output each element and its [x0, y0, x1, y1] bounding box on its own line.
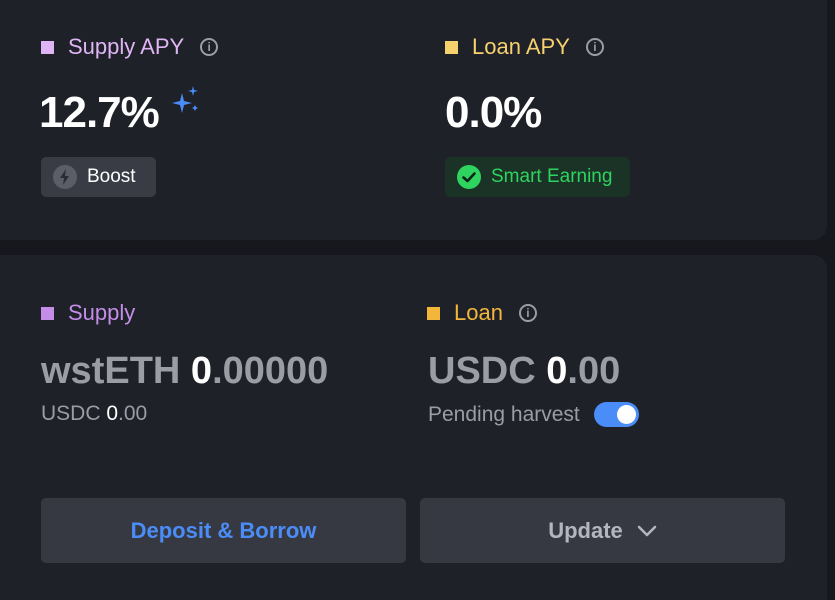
toggle-knob: [616, 405, 636, 424]
loan-apy-label: Loan APY: [472, 34, 570, 59]
smart-earning-badge: Smart Earning: [445, 157, 630, 197]
supply-amount-frac: .00000: [212, 350, 329, 392]
loan-swatch: [427, 306, 440, 320]
loan-legend: Loan i: [427, 300, 537, 326]
boost-label: Boost: [87, 166, 136, 187]
info-icon[interactable]: i: [585, 38, 604, 56]
supply-amount: wstETH 0.00000: [41, 350, 328, 393]
supply-apy-label: Supply APY: [68, 34, 185, 59]
loan-apy-swatch: [445, 40, 458, 54]
info-icon[interactable]: i: [200, 38, 219, 56]
loan-amount-frac: .00: [567, 350, 621, 392]
loan-label: Loan: [454, 300, 503, 325]
boost-button[interactable]: Boost: [41, 157, 156, 197]
supply-sub-int: 0: [106, 402, 119, 425]
pending-harvest-row: Pending harvest: [428, 402, 639, 427]
pending-harvest-label: Pending harvest: [428, 402, 580, 426]
supply-apy-legend: Supply APY i: [41, 34, 219, 60]
apy-card: Supply APY i 12.7% Boost Loan APY i 0.0%…: [0, 0, 827, 240]
supply-apy-swatch: [41, 40, 54, 54]
loan-token: USDC: [428, 350, 536, 392]
deposit-borrow-label: Deposit & Borrow: [130, 517, 317, 543]
supply-amount-int: 0: [190, 350, 213, 392]
update-button[interactable]: Update: [420, 498, 785, 563]
check-circle-icon: [457, 165, 481, 189]
supply-swatch: [41, 306, 54, 320]
deposit-borrow-button[interactable]: Deposit & Borrow: [41, 498, 406, 563]
info-icon[interactable]: i: [518, 304, 537, 322]
loan-amount-int: 0: [546, 350, 568, 392]
supply-apy-value: 12.7%: [39, 88, 160, 137]
supply-sub-frac: .00: [118, 402, 148, 425]
sparkle-icon: [172, 86, 198, 113]
pending-harvest-toggle[interactable]: [593, 402, 639, 427]
supply-token: wstETH: [41, 350, 181, 392]
chevron-down-icon: [637, 525, 657, 536]
loan-apy-legend: Loan APY i: [445, 34, 604, 60]
smart-earning-label: Smart Earning: [491, 166, 613, 187]
supply-label: Supply: [68, 300, 136, 325]
supply-sub-token: USDC: [41, 402, 101, 425]
supply-legend: Supply: [41, 300, 135, 326]
loan-amount: USDC 0.00: [428, 350, 620, 393]
lightning-icon: [53, 165, 77, 189]
update-label: Update: [548, 517, 623, 543]
loan-apy-value: 0.0%: [445, 88, 542, 137]
supply-sub-amount: USDC 0.00: [41, 402, 147, 426]
